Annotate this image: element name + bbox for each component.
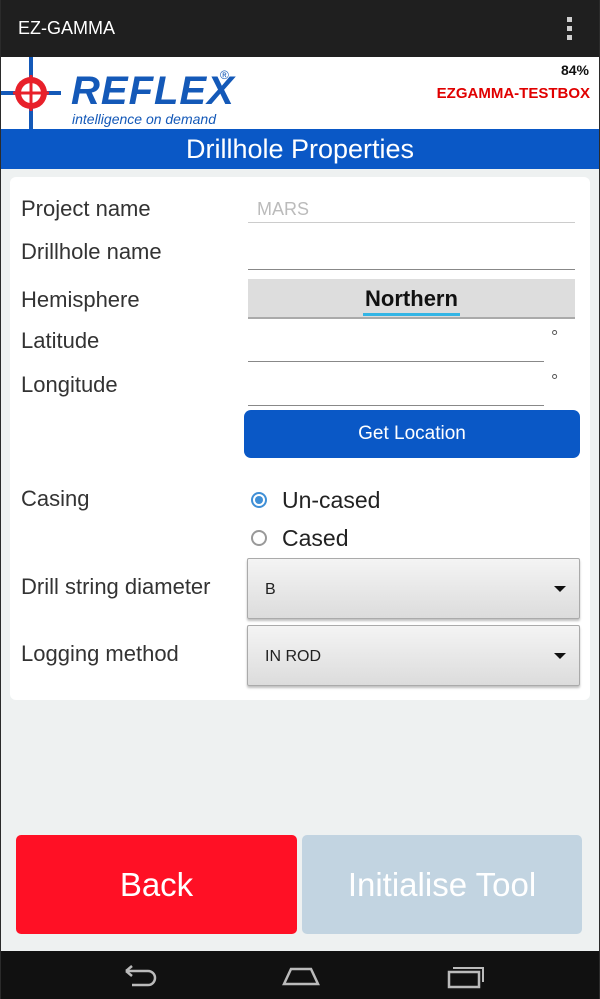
hemisphere-toggle-button[interactable]: Northern (248, 279, 575, 319)
drill-diameter-value: B (265, 581, 276, 598)
device-frame: EZ-GAMMA REFLEX ® intelligence on demand… (0, 0, 600, 999)
cased-radio[interactable] (251, 530, 267, 546)
latitude-label: Latitude (21, 328, 100, 353)
dropdown-arrow-icon (554, 653, 566, 659)
latitude-input[interactable] (248, 337, 544, 362)
brand-logo-text: REFLEX (71, 69, 235, 113)
overflow-menu-icon[interactable] (567, 17, 573, 41)
system-nav-bar (1, 951, 599, 999)
section-title: Drillhole Properties (1, 129, 599, 169)
drill-diameter-select[interactable]: B (247, 558, 580, 619)
app-title: EZ-GAMMA (18, 18, 115, 38)
dropdown-arrow-icon (554, 586, 566, 592)
logging-method-select[interactable]: IN ROD (247, 625, 580, 686)
logging-method-value: IN ROD (265, 648, 321, 665)
longitude-degree-symbol: ° (551, 371, 559, 391)
home-icon[interactable] (281, 963, 321, 987)
project-name-label: Project name (21, 196, 151, 221)
battery-level: 84% (560, 62, 589, 78)
brand-header: REFLEX ® intelligence on demand 84% EZGA… (1, 57, 599, 139)
uncased-radio[interactable] (251, 492, 267, 508)
logging-method-label: Logging method (21, 641, 179, 666)
longitude-label: Longitude (21, 372, 118, 397)
back-button[interactable]: Back (16, 835, 297, 934)
brand-tagline: intelligence on demand (72, 111, 216, 127)
crosshair-logo-icon (1, 57, 61, 129)
longitude-input[interactable] (248, 381, 544, 406)
properties-panel: Project name MARS Drillhole name Hemisph… (10, 177, 590, 700)
registered-mark: ® (220, 68, 229, 82)
drillhole-name-input[interactable] (248, 245, 575, 270)
recent-apps-icon[interactable] (444, 963, 484, 989)
latitude-degree-symbol: ° (551, 327, 559, 347)
device-name: EZGAMMA-TESTBOX (436, 85, 590, 102)
hemisphere-label: Hemisphere (21, 287, 140, 312)
uncased-radio-label[interactable]: Un-cased (282, 487, 380, 514)
cased-radio-label[interactable]: Cased (282, 525, 348, 552)
app-screen: EZ-GAMMA REFLEX ® intelligence on demand… (1, 0, 599, 999)
back-icon[interactable] (118, 963, 160, 987)
action-bar: EZ-GAMMA (1, 0, 599, 57)
drill-diameter-label: Drill string diameter (21, 574, 211, 599)
project-name-field: MARS (248, 198, 575, 223)
initialise-tool-button[interactable]: Initialise Tool (302, 835, 582, 934)
hemisphere-value: Northern (363, 286, 460, 316)
casing-label: Casing (21, 486, 90, 511)
get-location-button[interactable]: Get Location (244, 410, 580, 458)
drillhole-name-label: Drillhole name (21, 239, 162, 264)
